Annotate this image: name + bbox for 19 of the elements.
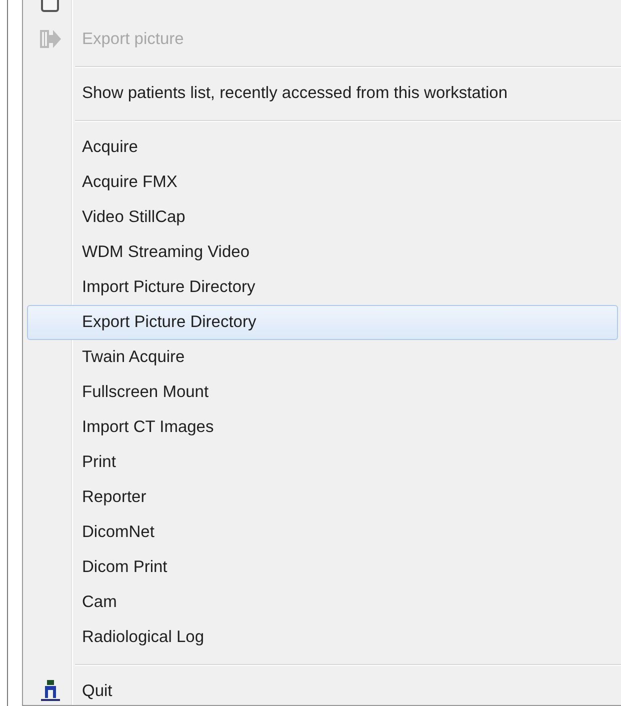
menu-item[interactable]: WDM Streaming Video xyxy=(27,234,618,270)
menu-item[interactable]: Acquire FMX xyxy=(27,164,618,200)
menu-item[interactable]: Import Picture Directory xyxy=(27,270,618,304)
menu-item[interactable]: Fullscreen Mount xyxy=(27,374,618,410)
menu-item[interactable]: Export Picture Directory xyxy=(27,304,618,340)
menu-item[interactable]: Dicom Print xyxy=(27,550,618,584)
menu-item[interactable]: Import CT Images xyxy=(27,410,618,444)
export-arrow-icon xyxy=(38,28,62,50)
menu-item[interactable]: Print xyxy=(27,444,618,480)
menu-item[interactable]: Acquire xyxy=(27,130,618,164)
menu-item[interactable]: Show patients list, recently accessed from this workstation xyxy=(27,76,618,110)
menu-item[interactable]: DicomNet xyxy=(27,514,618,550)
menu-item[interactable]: Twain Acquire xyxy=(27,340,618,374)
exit-figure-icon xyxy=(38,679,62,703)
menu-item[interactable]: Cam xyxy=(27,584,618,620)
menu-item[interactable]: Quit xyxy=(27,674,618,705)
menu-item[interactable]: Reporter xyxy=(27,480,618,514)
menu-item[interactable]: Video StillCap xyxy=(27,200,618,234)
menu-item[interactable]: Radiological Log xyxy=(27,620,618,654)
